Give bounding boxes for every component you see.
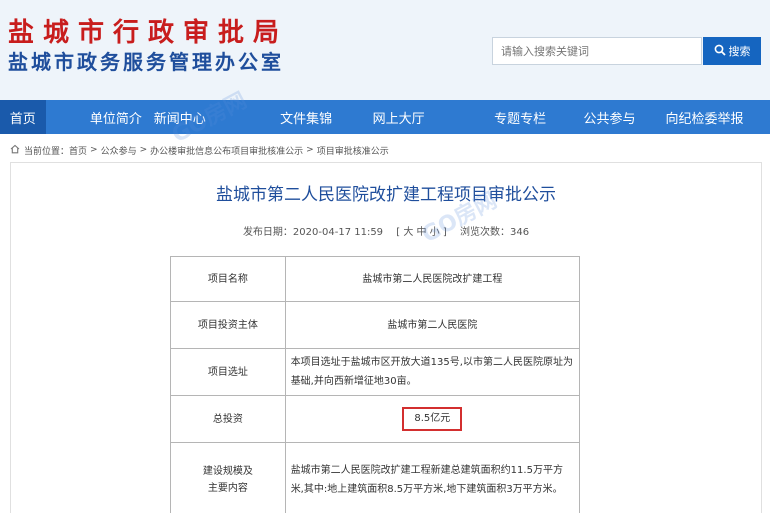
- view-count: 浏览次数：346: [459, 227, 530, 238]
- row-label-line2: 主要内容: [207, 483, 248, 494]
- breadcrumb-link-approval-info[interactable]: 办公楼审批信息公布项目审批核准公示: [150, 144, 303, 157]
- breadcrumb-link-public[interactable]: 公众参与: [101, 144, 137, 157]
- row-label: 项目选址: [170, 348, 286, 396]
- total-investment-highlight: 8.5亿元: [402, 407, 463, 431]
- row-label: 总投资: [170, 395, 286, 443]
- nav-item-topics[interactable]: 专题专栏: [460, 100, 580, 134]
- nav-item-home[interactable]: 首页: [0, 100, 46, 134]
- table-row: 项目选址 本项目选址于盐城市区开放大道135号,以市第二人民医院原址为基础,并向…: [170, 348, 581, 396]
- row-value: 8.5亿元: [284, 395, 581, 443]
- breadcrumb: 当前位置： 首页 > 公众参与 > 办公楼审批信息公布项目审批核准公示 > 项目…: [10, 140, 762, 160]
- table-row: 项目名称 盐城市第二人民医院改扩建工程: [170, 256, 581, 302]
- main-nav: 首页 单位简介 新闻中心 文件集锦 网上大厅 专题专栏 公共参与 向纪检委举报: [0, 100, 770, 134]
- row-value: 盐城市第二人民医院: [284, 301, 581, 349]
- nav-item-news[interactable]: 新闻中心: [134, 100, 225, 134]
- search-button[interactable]: 搜索: [703, 37, 761, 65]
- search-button-label: 搜索: [728, 45, 751, 58]
- nav-item-report[interactable]: 向纪检委举报: [639, 100, 770, 134]
- table-row: 总投资 8.5亿元: [170, 395, 581, 443]
- row-value: 盐城市第二人民医院改扩建工程: [284, 256, 581, 302]
- row-label: 项目投资主体: [170, 301, 286, 349]
- breadcrumb-link-current[interactable]: 项目审批核准公示: [317, 144, 389, 157]
- nav-item-online-hall[interactable]: 网上大厅: [337, 100, 460, 134]
- row-label: 建设规模及 主要内容: [170, 442, 286, 513]
- breadcrumb-separator: >: [139, 145, 148, 155]
- article-title: 盐城市第二人民医院改扩建工程项目审批公示: [216, 185, 556, 205]
- table-row: 建设规模及 主要内容 盐城市第二人民医院改扩建工程新建总建筑面积约11.5万平方…: [170, 442, 581, 513]
- row-value: 盐城市第二人民医院改扩建工程新建总建筑面积约11.5万平方米,其中:地上建筑面积…: [284, 442, 581, 513]
- breadcrumb-separator: >: [306, 145, 314, 155]
- site-title-primary: 盐城市行政审批局: [8, 18, 289, 48]
- publish-date: 发布日期：2020-04-17 11:59: [242, 227, 384, 238]
- breadcrumb-prefix: 当前位置：: [24, 146, 70, 157]
- search-input[interactable]: [492, 37, 702, 65]
- nav-item-public[interactable]: 公共参与: [580, 100, 639, 134]
- article-meta: 发布日期：2020-04-17 11:59 [ 大 中 小 ] 浏览次数：346: [10, 223, 762, 238]
- site-title-secondary: 盐城市政务服务管理办公室: [8, 50, 284, 74]
- project-info-table: 项目名称 盐城市第二人民医院改扩建工程 项目投资主体 盐城市第二人民医院 项目选…: [170, 256, 581, 513]
- row-value: 本项目选址于盐城市区开放大道135号,以市第二人民医院原址为基础,并向西新增征地…: [284, 348, 581, 396]
- font-size-control[interactable]: [ 大 中 小 ]: [396, 227, 447, 238]
- row-label: 项目名称: [170, 256, 286, 302]
- home-icon: [10, 144, 20, 157]
- breadcrumb-link-home[interactable]: 首页: [69, 144, 87, 157]
- row-label-line1: 建设规模及: [202, 466, 253, 477]
- site-header: 盐城市行政审批局 盐城市政务服务管理办公室 搜索: [0, 0, 770, 100]
- breadcrumb-separator: >: [90, 145, 98, 155]
- table-row: 项目投资主体 盐城市第二人民医院: [170, 301, 581, 349]
- search-icon: [714, 44, 726, 59]
